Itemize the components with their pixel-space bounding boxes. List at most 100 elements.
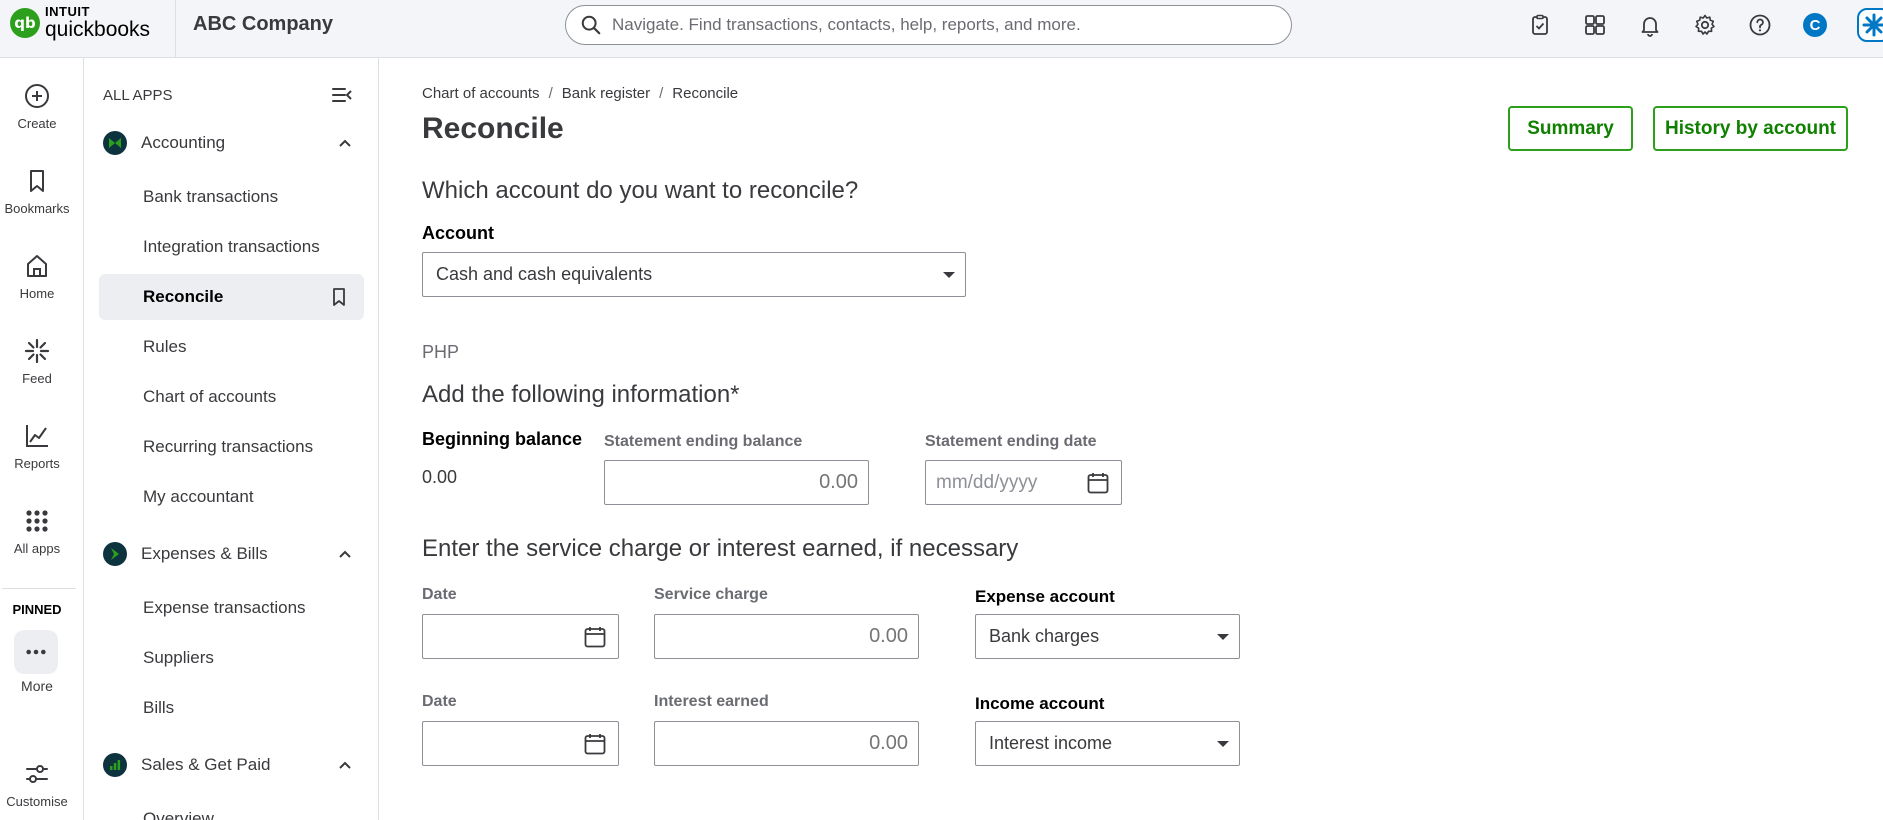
- add-info-heading: Add the following information*: [422, 381, 740, 408]
- breadcrumb-chart-of-accounts[interactable]: Chart of accounts: [422, 85, 540, 102]
- income-account-select[interactable]: Interest income: [975, 721, 1240, 766]
- chevron-up-icon: [339, 139, 351, 147]
- caret-down-icon: [1217, 741, 1229, 747]
- sidebar-item-integration-transactions[interactable]: Integration transactions: [99, 224, 364, 270]
- statement-ending-balance-field[interactable]: [604, 460, 869, 505]
- interest-earned-input[interactable]: [655, 722, 918, 765]
- rail-create[interactable]: Create: [0, 82, 74, 131]
- statement-ending-date-field[interactable]: [925, 460, 1122, 505]
- expense-account-value: Bank charges: [989, 626, 1100, 646]
- help-icon[interactable]: [1741, 10, 1779, 40]
- calendar-icon[interactable]: [1086, 471, 1110, 495]
- company-name[interactable]: ABC Company: [193, 13, 333, 36]
- sliders-icon: [26, 765, 48, 783]
- sidebar-item-label: My accountant: [143, 487, 254, 506]
- rail-home[interactable]: Home: [0, 252, 74, 301]
- feed-icon: [24, 338, 50, 364]
- calendar-icon[interactable]: [583, 625, 607, 649]
- calendar-icon[interactable]: [583, 732, 607, 756]
- section-expenses-bills[interactable]: Expenses & Bills: [103, 542, 353, 566]
- search-bar[interactable]: [565, 5, 1292, 45]
- plus-circle-icon: [25, 84, 49, 108]
- task-icon[interactable]: [1521, 10, 1559, 40]
- account-select-value: Cash and cash equivalents: [436, 264, 653, 284]
- sidebar-item-reconcile[interactable]: Reconcile: [99, 274, 364, 320]
- sidebar-item-bills[interactable]: Bills: [99, 685, 364, 731]
- interest-date-field[interactable]: [422, 721, 619, 766]
- account-select[interactable]: Cash and cash equivalents: [422, 252, 966, 297]
- account-label: Account: [422, 223, 494, 243]
- breadcrumb: Chart of accounts / Bank register / Reco…: [422, 85, 738, 102]
- rail-label: Create: [17, 116, 57, 131]
- interest-earned-field[interactable]: [654, 721, 919, 766]
- chevron-up-icon: [339, 761, 351, 769]
- accounting-icon: [103, 131, 127, 155]
- more-label: More: [21, 678, 53, 694]
- rail-label: All apps: [13, 541, 61, 556]
- rail-bookmarks[interactable]: Bookmarks: [0, 167, 74, 216]
- statement-balance-label: Statement ending balance: [604, 433, 803, 450]
- interest-earned-label: Interest earned: [654, 693, 769, 710]
- sidebar-item-label: Bank transactions: [143, 187, 279, 206]
- beginning-balance-label: Beginning balance: [422, 429, 583, 449]
- sidebar-item-overview[interactable]: Overview: [99, 796, 364, 820]
- service-date-field[interactable]: [422, 614, 619, 659]
- rail-divider: [2, 588, 76, 589]
- gear-icon[interactable]: [1686, 10, 1724, 40]
- sidebar-item-label: Integration transactions: [143, 237, 320, 256]
- avatar-button[interactable]: C: [1796, 10, 1834, 40]
- sidebar-item-my-accountant[interactable]: My accountant: [99, 474, 364, 520]
- expense-account-select[interactable]: Bank charges: [975, 614, 1240, 659]
- reports-icon: [26, 425, 48, 447]
- currency-label: PHP: [422, 342, 460, 362]
- caret-down-icon: [1217, 634, 1229, 640]
- service-charge-label: Service charge: [654, 586, 768, 603]
- expense-account-label: Expense account: [975, 587, 1115, 606]
- rail-label: Feed: [22, 371, 52, 386]
- section-label: Accounting: [141, 133, 226, 152]
- chevron-up-icon: [339, 550, 351, 558]
- section-accounting[interactable]: Accounting: [103, 131, 353, 155]
- sidebar-item-rules[interactable]: Rules: [99, 324, 364, 370]
- service-charge-field[interactable]: [654, 614, 919, 659]
- grid-icon: [26, 510, 48, 532]
- sidebar-item-bank-transactions[interactable]: Bank transactions: [99, 174, 364, 220]
- rail-all-apps[interactable]: All apps: [0, 507, 74, 556]
- sidebar-item-label: Suppliers: [143, 648, 214, 667]
- ai-assistant-icon[interactable]: [1857, 8, 1883, 42]
- history-by-account-button[interactable]: History by account: [1653, 106, 1848, 151]
- breadcrumb-bank-register[interactable]: Bank register: [562, 85, 650, 102]
- bookmark-icon: [30, 170, 44, 192]
- sidebar-item-recurring-transactions[interactable]: Recurring transactions: [99, 424, 364, 470]
- sales-icon: [103, 753, 127, 777]
- home-icon: [27, 255, 47, 277]
- rail-feed[interactable]: Feed: [0, 337, 74, 386]
- quickbooks-logo-icon: qb: [10, 7, 40, 38]
- sidebar-item-expense-transactions[interactable]: Expense transactions: [99, 585, 364, 631]
- apps-switch-icon[interactable]: [1576, 10, 1614, 40]
- breadcrumb-separator: /: [548, 85, 553, 102]
- section-label: Expenses & Bills: [141, 544, 268, 563]
- sidebar-item-suppliers[interactable]: Suppliers: [99, 635, 364, 681]
- expenses-icon: [103, 542, 127, 566]
- more-dots-icon: [26, 649, 46, 655]
- bookmark-icon[interactable]: [330, 287, 348, 307]
- section-sales-get-paid[interactable]: Sales & Get Paid: [103, 753, 353, 777]
- rail-reports[interactable]: Reports: [0, 422, 74, 471]
- rail-customise[interactable]: Customise: [0, 760, 74, 809]
- bell-icon[interactable]: [1631, 10, 1669, 40]
- quickbooks-logo[interactable]: qb INTUIT quickbooks: [10, 5, 150, 40]
- rail-label: Bookmarks: [4, 201, 70, 216]
- sidebar-item-label: Expense transactions: [143, 598, 306, 617]
- left-rail: Create Bookmarks Home Feed Reports All a…: [0, 58, 84, 820]
- search-input[interactable]: [612, 15, 1252, 35]
- income-account-value: Interest income: [989, 733, 1113, 753]
- sidebar-item-chart-of-accounts[interactable]: Chart of accounts: [99, 374, 364, 420]
- more-button[interactable]: [14, 630, 58, 674]
- summary-button[interactable]: Summary: [1508, 106, 1633, 151]
- statement-ending-balance-input[interactable]: [605, 461, 868, 504]
- service-charge-input[interactable]: [655, 615, 918, 658]
- sidebar-item-label: Reconcile: [143, 287, 224, 306]
- collapse-sidebar-icon[interactable]: [331, 86, 353, 104]
- service-charge-heading: Enter the service charge or interest ear…: [422, 535, 1019, 562]
